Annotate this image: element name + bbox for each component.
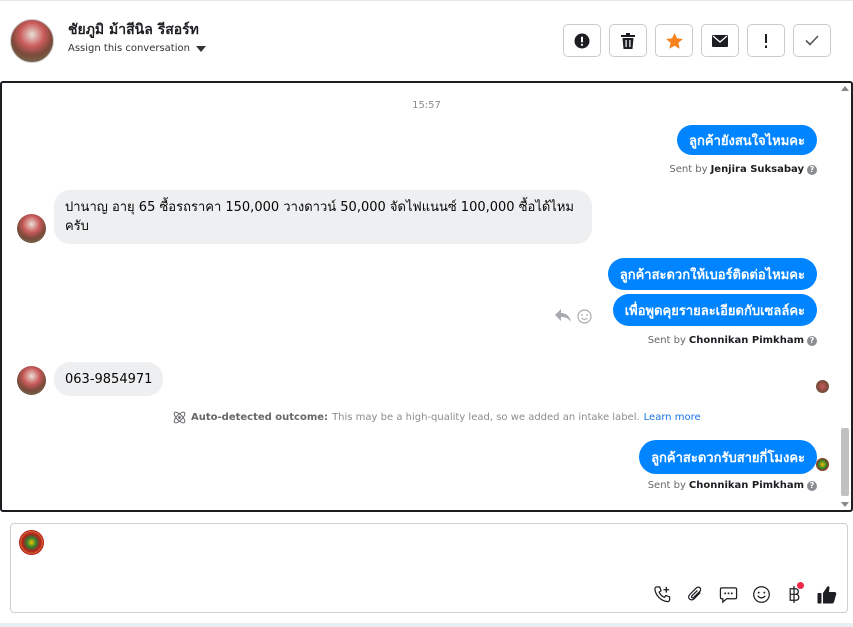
assign-conversation-dropdown[interactable]: Assign this conversation xyxy=(68,43,206,54)
star-button[interactable] xyxy=(655,24,693,57)
contact-name[interactable]: ชัยภูมิ ม้าสีนิล รีสอร์ท xyxy=(68,19,199,41)
contact-avatar[interactable] xyxy=(10,19,54,63)
learn-more-link[interactable]: Learn more xyxy=(644,412,701,423)
outgoing-message[interactable]: เพื่อพูดคุยรายละเอียดกับเซลล์คะ xyxy=(612,294,817,326)
saved-reply-icon xyxy=(719,586,737,603)
help-icon[interactable]: ? xyxy=(807,480,817,491)
assign-label: Assign this conversation xyxy=(68,43,190,54)
envelope-icon xyxy=(712,34,728,47)
auto-detected-outcome: Auto-detected outcome: This may be a hig… xyxy=(172,410,701,425)
outgoing-message[interactable]: ลูกค้าสะดวกให้เบอร์ติดต่อไหมคะ xyxy=(607,258,817,290)
contact-avatar-small[interactable] xyxy=(17,214,46,243)
report-button[interactable] xyxy=(563,24,601,57)
sent-by-label: Sent by Jenjira Suksabay ? xyxy=(669,164,817,175)
incoming-message[interactable]: ปานาญ อายุ 65 ซื้อรถราคา 150,000 วางดาวน… xyxy=(54,190,592,244)
trash-icon xyxy=(621,32,635,49)
sent-by-label: Sent by Chonnikan Pimkham ? xyxy=(648,480,817,491)
conversation-header: ชัยภูมิ ม้าสีนิล รีสอร์ท Assign this con… xyxy=(0,0,853,81)
page-avatar xyxy=(19,530,44,555)
bottom-divider xyxy=(0,623,853,627)
call-button[interactable] xyxy=(652,584,672,604)
saved-reply-button[interactable] xyxy=(718,584,738,604)
message-timestamp: 15:57 xyxy=(412,100,441,111)
exclamation-icon xyxy=(765,33,767,48)
delete-button[interactable] xyxy=(609,24,647,57)
exclamation-circle-icon xyxy=(574,33,590,48)
check-icon xyxy=(805,35,819,46)
message-composer[interactable] xyxy=(10,523,848,613)
incoming-message[interactable]: 063-9854971 xyxy=(54,362,164,396)
thumbs-up-icon xyxy=(817,585,837,603)
conversation-toolbar xyxy=(563,24,831,57)
outgoing-message[interactable]: ลูกค้ายังสนใจไหมคะ xyxy=(677,125,817,155)
emoji-button[interactable] xyxy=(751,584,771,604)
thread-scrollbar[interactable] xyxy=(841,83,849,510)
star-icon xyxy=(665,32,683,49)
like-button[interactable] xyxy=(817,584,837,604)
message-thread[interactable]: 15:57 ลูกค้ายังสนใจไหมคะ Sent by Jenjira… xyxy=(0,81,853,512)
seen-avatar xyxy=(816,380,829,393)
composer-toolbar xyxy=(652,582,837,604)
scroll-up-arrow-icon[interactable] xyxy=(841,86,849,91)
help-icon[interactable]: ? xyxy=(807,335,817,346)
scroll-thumb[interactable] xyxy=(841,428,849,496)
contact-avatar-small[interactable] xyxy=(17,366,46,395)
payment-button[interactable] xyxy=(784,582,804,604)
emoji-icon xyxy=(752,585,770,603)
phone-add-icon xyxy=(653,585,670,602)
seen-avatar xyxy=(816,458,829,471)
caret-down-icon xyxy=(195,45,206,52)
mark-done-button[interactable] xyxy=(793,24,831,57)
follow-up-button[interactable] xyxy=(747,24,785,57)
outgoing-message[interactable]: ลูกค้าสะดวกรับสายกี่โมงคะ xyxy=(639,440,817,474)
paperclip-icon xyxy=(687,586,701,600)
scroll-down-arrow-icon[interactable] xyxy=(841,502,849,507)
atom-icon xyxy=(173,411,186,424)
sent-by-label: Sent by Chonnikan Pimkham ? xyxy=(648,335,817,346)
mark-unread-button[interactable] xyxy=(701,24,739,57)
reply-icon[interactable] xyxy=(555,309,571,323)
attach-button[interactable] xyxy=(685,584,705,604)
help-icon[interactable]: ? xyxy=(807,164,817,175)
notification-dot xyxy=(797,582,804,589)
react-emoji-icon[interactable] xyxy=(577,309,592,324)
